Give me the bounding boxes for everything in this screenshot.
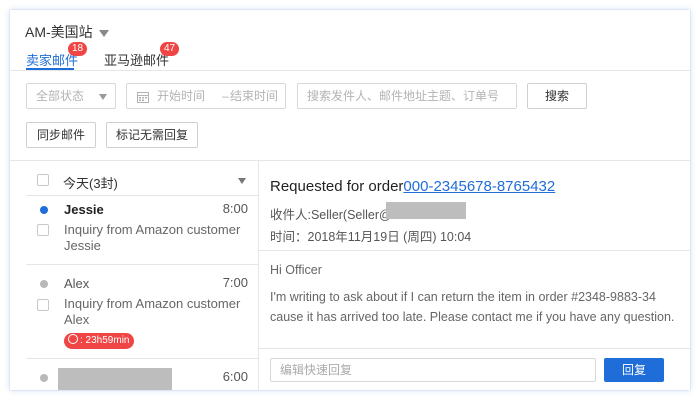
date-range-picker[interactable]: 开始时间 – 结束时间 <box>126 83 286 109</box>
chevron-down-icon[interactable] <box>98 29 109 37</box>
chevron-down-icon[interactable] <box>99 94 107 100</box>
header-divider <box>10 70 690 71</box>
select-all-checkbox[interactable] <box>37 174 49 186</box>
mark-no-reply-button[interactable]: 标记无需回复 <box>106 122 198 148</box>
calendar-icon[interactable] <box>137 91 149 103</box>
date-range-separator: – <box>222 89 229 103</box>
status-select[interactable]: 全部状态 <box>26 83 116 109</box>
clock-icon <box>68 334 78 344</box>
store-selector[interactable]: AM-美国站 <box>25 22 109 42</box>
mail-sender[interactable]: Jessie <box>64 202 104 217</box>
sent-time: 时间：2018年11月19日 (周四) 10:04 <box>270 230 472 244</box>
start-date-field[interactable]: 开始时间 <box>157 84 205 108</box>
chevron-down-icon[interactable] <box>238 178 246 184</box>
mail-subject[interactable]: Inquiry from Amazon customer Jessie <box>64 222 264 254</box>
sync-mail-button[interactable]: 同步邮件 <box>26 122 96 148</box>
date-group-label: 今天(3封) <box>63 176 118 191</box>
end-date-field[interactable]: 结束时间 <box>230 84 278 108</box>
mail-subject-heading: Requested for order000-2345678-8765432 <box>270 178 555 195</box>
mail-time: 7:00 <box>222 275 248 290</box>
unread-count-badge: 47 <box>160 42 180 56</box>
read-dot <box>40 280 48 288</box>
mail-checkbox[interactable] <box>37 299 49 311</box>
pane-divider <box>258 161 259 390</box>
tab-amazon-mail[interactable]: 亚马逊邮件 47 <box>104 42 180 69</box>
mail-body: I'm writing to ask about if I can return… <box>270 290 675 324</box>
content-divider <box>10 160 690 161</box>
mail-panel: AM-美国站 卖家邮件 18 亚马逊邮件 47 全部状态 开始时间 – 结束时间… <box>10 10 690 390</box>
recipient-line: 收件人:Seller(Seller@ <box>270 204 392 223</box>
recipient-label: 收件人:Seller(Seller@ <box>270 208 392 222</box>
tab-label[interactable]: 亚马逊邮件 <box>104 53 169 68</box>
search-button[interactable]: 搜索 <box>527 83 587 109</box>
status-select-value[interactable]: 全部状态 <box>36 89 84 103</box>
tab-seller-mail[interactable]: 卖家邮件 18 <box>26 42 88 69</box>
reply-timer-badge: : 23h59min <box>64 333 135 349</box>
quick-reply-input[interactable] <box>270 358 596 382</box>
detail-divider <box>259 250 690 251</box>
reply-button[interactable]: 回复 <box>604 358 664 382</box>
mail-time: 8:00 <box>222 201 248 216</box>
tab-label[interactable]: 卖家邮件 <box>26 53 78 68</box>
subject-prefix: Requested for order <box>270 178 404 195</box>
mail-greeting: Hi Officer <box>270 263 322 277</box>
mail-subject[interactable]: Inquiry from Amazon customer Alex <box>64 296 264 328</box>
read-dot <box>40 374 48 382</box>
unread-count-badge: 18 <box>68 42 88 56</box>
reply-timer-text: : 23h59min <box>80 335 130 346</box>
redacted-sender <box>58 368 172 390</box>
search-input[interactable] <box>297 83 517 109</box>
order-number-link[interactable]: 000-2345678-8765432 <box>403 178 555 195</box>
mail-checkbox[interactable] <box>37 224 49 236</box>
store-name[interactable]: AM-美国站 <box>25 24 93 40</box>
mail-time: 6:00 <box>222 369 248 384</box>
mail-sender[interactable]: Alex <box>64 276 89 291</box>
unread-dot <box>40 206 48 214</box>
reply-divider <box>259 348 690 349</box>
redacted-recipient <box>386 202 466 219</box>
